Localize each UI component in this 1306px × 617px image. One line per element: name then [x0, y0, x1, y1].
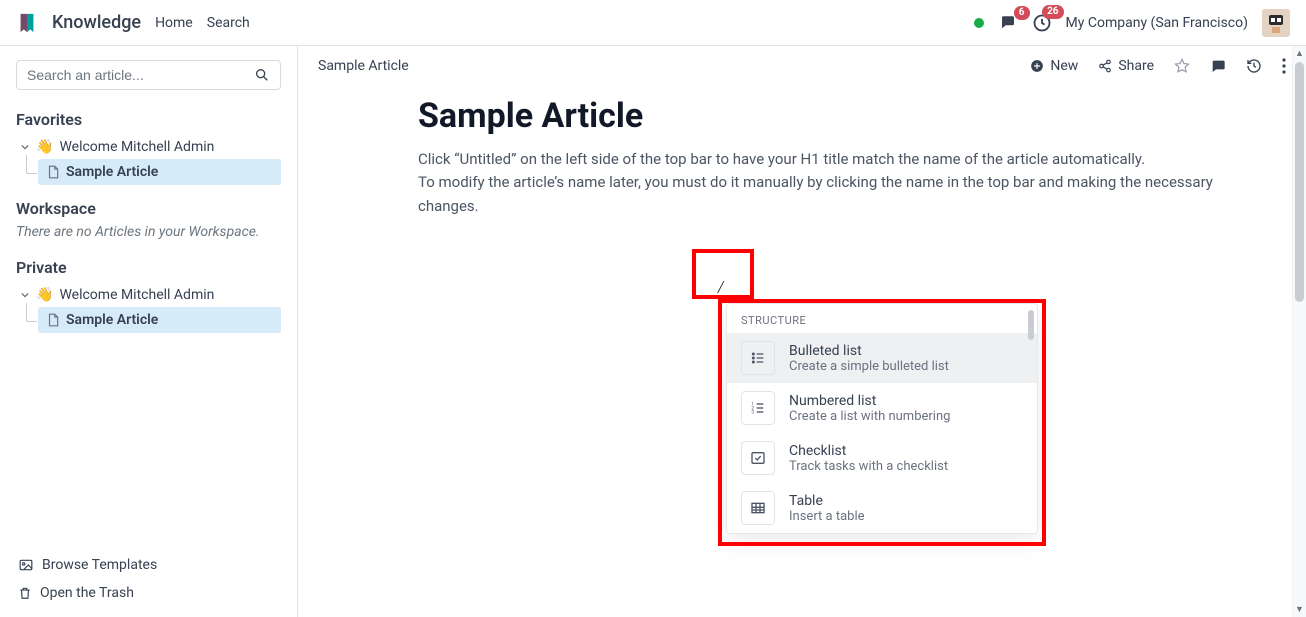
popup-item-desc: Track tasks with a checklist [789, 459, 948, 474]
article-title[interactable]: Sample Article [418, 96, 1238, 136]
article-paragraph-1[interactable]: Click “Untitled” on the left side of the… [418, 148, 1238, 171]
image-icon [18, 558, 34, 572]
history-icon[interactable] [1246, 58, 1262, 74]
main-toolbar: Sample Article New Share [298, 46, 1306, 86]
favorites-item-welcome[interactable]: 👋 Welcome Mitchell Admin [16, 135, 281, 159]
sidebar-footer: Browse Templates Open the Trash [16, 543, 281, 607]
app-name[interactable]: Knowledge [52, 12, 141, 33]
company-selector[interactable]: My Company (San Francisco) [1066, 15, 1248, 31]
private-child-sample[interactable]: Sample Article [38, 307, 281, 333]
popup-item-title: Bulleted list [789, 343, 949, 359]
open-trash[interactable]: Open the Trash [16, 579, 281, 607]
favorites-child-label: Sample Article [66, 164, 158, 180]
breadcrumb[interactable]: Sample Article [318, 58, 409, 74]
article-paragraph-2[interactable]: To modify the article’s name later, you … [418, 171, 1238, 218]
new-button-label: New [1050, 58, 1078, 74]
popup-item-title: Numbered list [789, 393, 950, 409]
popup-item-desc: Create a simple bulleted list [789, 359, 949, 374]
comment-icon[interactable] [1210, 58, 1226, 74]
trash-icon [18, 585, 32, 601]
wave-emoji-icon: 👋 [36, 287, 53, 303]
popup-item-table[interactable]: TableInsert a table [727, 483, 1037, 533]
private-item-label: Welcome Mitchell Admin [59, 287, 214, 303]
search-icon[interactable] [254, 67, 270, 83]
sidebar: Favorites 👋 Welcome Mitchell Admin Sampl… [0, 46, 298, 617]
app-logo-icon[interactable] [16, 12, 38, 34]
svg-text:3: 3 [751, 409, 754, 415]
caret-down-icon[interactable] [20, 142, 30, 152]
nav-left: Knowledge Home Search [16, 12, 250, 34]
nav-right: 6 26 My Company (San Francisco) [974, 9, 1290, 37]
search-input[interactable] [27, 67, 254, 83]
plus-circle-icon [1030, 59, 1044, 73]
checklist-icon [741, 441, 775, 475]
popup-item-title: Checklist [789, 443, 948, 459]
star-icon[interactable] [1174, 58, 1190, 74]
main-area: Sample Article New Share Sample Article [298, 46, 1306, 617]
scroll-down-icon[interactable]: ▼ [1293, 604, 1306, 615]
activities-icon[interactable]: 26 [1032, 13, 1052, 33]
open-trash-label: Open the Trash [40, 585, 134, 601]
section-private: Private [16, 258, 281, 277]
popup-item-bulleted-list[interactable]: Bulleted listCreate a simple bulleted li… [727, 333, 1037, 383]
scroll-up-icon[interactable]: ▲ [1293, 48, 1306, 59]
share-button[interactable]: Share [1098, 58, 1154, 74]
popup-item-desc: Insert a table [789, 509, 865, 524]
messages-icon[interactable]: 6 [998, 14, 1018, 32]
nav-home[interactable]: Home [155, 15, 193, 31]
article-area: Sample Article Click “Untitled” on the l… [298, 86, 1306, 258]
presence-status-icon[interactable] [974, 18, 984, 28]
more-icon[interactable] [1282, 58, 1286, 74]
scroll-thumb[interactable] [1295, 62, 1304, 302]
slash-popup: STRUCTURE Bulleted listCreate a simple b… [726, 303, 1038, 534]
new-button[interactable]: New [1030, 58, 1078, 74]
user-avatar[interactable] [1262, 9, 1290, 37]
wave-emoji-icon: 👋 [36, 139, 53, 155]
table-icon [741, 491, 775, 525]
bulleted-list-icon [741, 341, 775, 375]
popup-heading: STRUCTURE [727, 304, 1037, 333]
favorites-item-label: Welcome Mitchell Admin [59, 139, 214, 155]
popup-item-desc: Create a list with numbering [789, 409, 950, 424]
browse-templates[interactable]: Browse Templates [16, 551, 281, 579]
messages-badge: 6 [1014, 6, 1030, 20]
browse-templates-label: Browse Templates [42, 557, 157, 573]
section-favorites: Favorites [16, 110, 281, 129]
private-item-welcome[interactable]: 👋 Welcome Mitchell Admin [16, 283, 281, 307]
workspace-empty: There are no Articles in your Workspace. [16, 224, 281, 240]
nav-search[interactable]: Search [207, 15, 250, 31]
share-button-label: Share [1118, 58, 1154, 74]
main-scrollbar[interactable]: ▲ ▼ [1292, 46, 1306, 617]
popup-item-numbered-list[interactable]: 123 Numbered listCreate a list with numb… [727, 383, 1037, 433]
sidebar-search[interactable] [16, 60, 281, 90]
private-child-label: Sample Article [66, 312, 158, 328]
numbered-list-icon: 123 [741, 391, 775, 425]
activities-badge: 26 [1042, 5, 1063, 19]
popup-item-title: Table [789, 493, 865, 509]
toolbar-actions: New Share [1030, 58, 1286, 74]
top-navbar: Knowledge Home Search 6 26 My Company (S… [0, 0, 1306, 46]
slash-input[interactable]: / [718, 277, 723, 298]
section-workspace: Workspace [16, 199, 281, 218]
share-icon [1098, 59, 1112, 73]
file-icon [46, 165, 60, 179]
popup-scrollbar[interactable] [1028, 310, 1034, 340]
favorites-child-sample[interactable]: Sample Article [38, 159, 281, 185]
file-icon [46, 313, 60, 327]
popup-item-checklist[interactable]: ChecklistTrack tasks with a checklist [727, 433, 1037, 483]
caret-down-icon[interactable] [20, 290, 30, 300]
